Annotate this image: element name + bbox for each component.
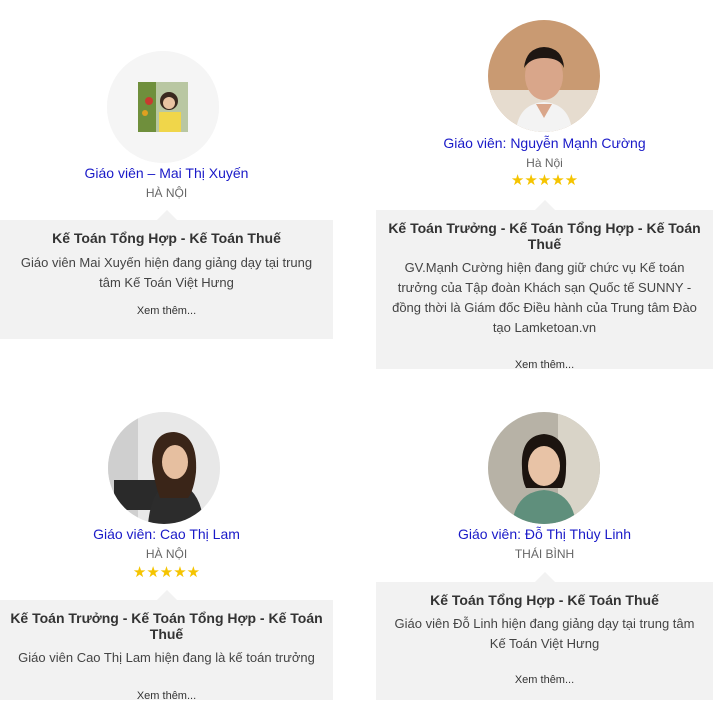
rating-stars: ★★★★★ bbox=[510, 172, 579, 189]
teacher-subject: Kế Toán Tổng Hợp - Kế Toán Thuế bbox=[430, 592, 659, 608]
teacher-card-do-thi-thuy-linh: Giáo viên: Đỗ Thị Thùy Linh THÁI BÌNH Kế… bbox=[376, 400, 713, 705]
teacher-city: HÀ NỘI bbox=[145, 186, 188, 200]
teacher-city: HÀ NỘI bbox=[145, 547, 188, 561]
see-more-link[interactable]: Xem thêm... bbox=[0, 305, 333, 317]
teacher-avatar[interactable] bbox=[488, 412, 600, 524]
teacher-avatar[interactable] bbox=[108, 412, 220, 524]
teacher-city: Hà Nội bbox=[526, 156, 563, 170]
teacher-name[interactable]: Giáo viên: Đỗ Thị Thùy Linh bbox=[376, 526, 713, 542]
teacher-card-cao-thi-lam: Giáo viên: Cao Thị Lam HÀ NỘI ★★★★★ Kế T… bbox=[0, 400, 333, 705]
teacher-subject: Kế Toán Trưởng - Kế Toán Tổng Hợp - Kế T… bbox=[388, 220, 701, 252]
teacher-card-nguyen-manh-cuong: Giáo viên: Nguyễn Mạnh Cường Hà Nội ★★★★… bbox=[376, 0, 713, 371]
teacher-info-box: Kế Toán Tổng Hợp - Kế Toán Thuế Giáo viê… bbox=[376, 572, 713, 700]
teacher-subject: Kế Toán Tổng Hợp - Kế Toán Thuế bbox=[52, 230, 281, 246]
teacher-name[interactable]: Giáo viên – Mai Thị Xuyến bbox=[0, 165, 333, 181]
teacher-name[interactable]: Giáo viên: Cao Thị Lam bbox=[0, 526, 333, 542]
teacher-description: Giáo viên Cao Thị Lam hiện đang là kế to… bbox=[18, 650, 315, 665]
teacher-city: THÁI BÌNH bbox=[514, 547, 575, 561]
teacher-description: Giáo viên Đỗ Linh hiện đang giảng dạy tạ… bbox=[394, 616, 695, 651]
rating-stars: ★★★★★ bbox=[132, 564, 201, 581]
teacher-description: Giáo viên Mai Xuyến hiện đang giảng dạy … bbox=[20, 255, 313, 290]
teacher-info-box: Kế Toán Trưởng - Kế Toán Tổng Hợp - Kế T… bbox=[0, 590, 333, 702]
see-more-link[interactable]: Xem thêm... bbox=[376, 359, 713, 371]
teacher-avatar[interactable] bbox=[107, 51, 219, 163]
teacher-info-box: Kế Toán Trưởng - Kế Toán Tổng Hợp - Kế T… bbox=[376, 200, 713, 371]
teacher-name[interactable]: Giáo viên: Nguyễn Mạnh Cường bbox=[376, 135, 713, 151]
teacher-description: GV.Mạnh Cường hiện đang giữ chức vụ Kế t… bbox=[392, 260, 697, 335]
see-more-link[interactable]: Xem thêm... bbox=[376, 674, 713, 686]
teacher-subject: Kế Toán Trưởng - Kế Toán Tổng Hợp - Kế T… bbox=[10, 610, 323, 642]
teacher-info-box: Kế Toán Tổng Hợp - Kế Toán Thuế Giáo viê… bbox=[0, 210, 333, 339]
teacher-avatar[interactable] bbox=[488, 20, 600, 132]
see-more-link[interactable]: Xem thêm... bbox=[0, 690, 333, 702]
teacher-card-mai-thi-xuyen: Giáo viên – Mai Thị Xuyến HÀ NỘI Kế Toán… bbox=[0, 0, 333, 345]
